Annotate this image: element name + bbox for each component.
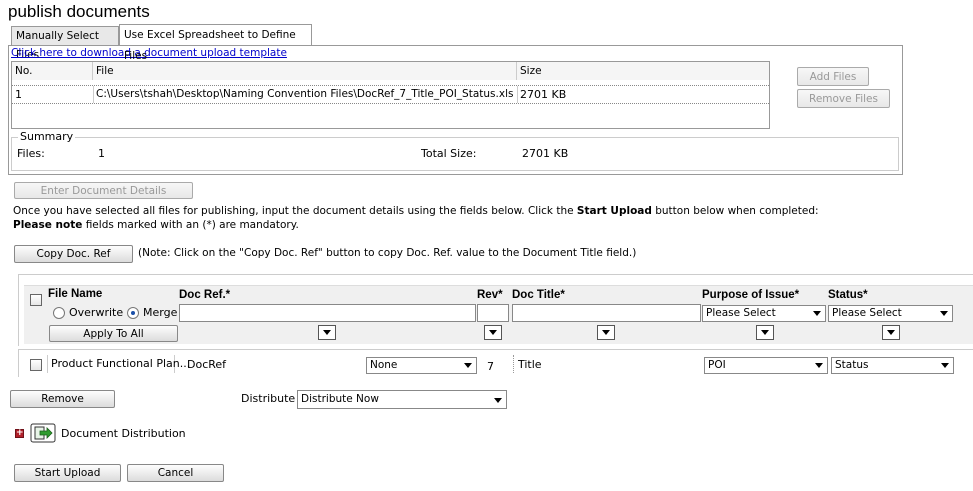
column-header-size: Size <box>517 62 769 80</box>
chevron-down-icon <box>494 398 502 403</box>
apply-to-all-button[interactable]: Apply To All <box>49 325 178 342</box>
enter-document-details-button[interactable]: Enter Document Details <box>14 182 193 199</box>
rev-dropdown-button[interactable] <box>484 325 502 340</box>
chevron-down-icon <box>887 330 895 335</box>
files-label: Files: <box>17 147 45 160</box>
summary-legend: Summary <box>18 130 76 143</box>
page-title: publish documents <box>8 2 150 21</box>
row-file-path: C:\Users\tshah\Desktop\Naming Convention… <box>96 88 514 100</box>
overwrite-radio[interactable] <box>53 307 65 319</box>
remove-button[interactable]: Remove <box>10 390 115 408</box>
expand-plus-icon[interactable]: + <box>15 429 24 438</box>
chevron-down-icon <box>813 311 821 316</box>
chevron-down-icon <box>464 363 472 368</box>
chevron-down-icon <box>761 330 769 335</box>
column-header-no: No. <box>12 62 93 80</box>
add-files-button[interactable]: Add Files <box>797 67 869 86</box>
rev-input[interactable] <box>477 304 509 322</box>
total-size-value: 2701 KB <box>522 147 569 160</box>
doc-ref-input[interactable] <box>179 304 476 322</box>
instructions-line-1: Once you have selected all files for pub… <box>13 205 819 217</box>
download-template-link[interactable]: Click here to download a document upload… <box>11 47 287 59</box>
file-table: No. File Size 1 C:\Users\tshah\Desktop\N… <box>11 61 770 129</box>
row-file-name: Product Functional Plan... <box>47 355 190 373</box>
row-no: 1 <box>15 88 22 101</box>
status-dropdown-button[interactable] <box>882 325 900 340</box>
doc-title-header: Doc Title* <box>512 289 565 301</box>
doc-title-dropdown-button[interactable] <box>597 325 615 340</box>
tab-use-excel-spreadsheet[interactable]: Use Excel Spreadsheet to Define Files <box>119 24 312 62</box>
files-count: 1 <box>98 147 105 160</box>
purpose-header: Purpose of Issue* <box>702 289 800 301</box>
row-doc-ref-option-select[interactable]: None <box>366 357 477 374</box>
tab-manually-select-files[interactable]: Manually Select Files <box>11 26 119 61</box>
doc-title-input[interactable] <box>512 304 701 322</box>
doc-ref-dropdown-button[interactable] <box>318 325 336 340</box>
copy-doc-ref-note: (Note: Click on the "Copy Doc. Ref" butt… <box>138 247 637 259</box>
file-name-header: File Name <box>48 288 103 300</box>
chevron-down-icon <box>489 330 497 335</box>
distribute-label: Distribute : <box>241 392 303 405</box>
copy-doc-ref-button[interactable]: Copy Doc. Ref <box>14 245 133 263</box>
status-select[interactable]: Please Select <box>828 305 953 322</box>
chevron-down-icon <box>941 363 949 368</box>
distribute-select[interactable]: Distribute Now <box>297 390 507 409</box>
row-rev: 7 <box>487 360 494 373</box>
document-distribution-label: Document Distribution <box>61 427 186 440</box>
remove-files-button[interactable]: Remove Files <box>797 89 890 108</box>
overwrite-label: Overwrite <box>69 306 124 319</box>
distribution-icon <box>30 423 56 443</box>
doc-ref-header: Doc Ref.* <box>179 289 231 301</box>
chevron-down-icon <box>940 311 948 316</box>
purpose-dropdown-button[interactable] <box>756 325 774 340</box>
start-upload-button[interactable]: Start Upload <box>14 464 121 482</box>
chevron-down-icon <box>602 330 610 335</box>
cancel-button[interactable]: Cancel <box>127 464 224 482</box>
row-doc-ref: DocRef <box>187 358 227 371</box>
row-title: Title <box>518 358 542 371</box>
rev-header: Rev* <box>477 289 503 301</box>
row-size: 2701 KB <box>520 88 567 101</box>
total-size-label: Total Size: <box>421 147 477 160</box>
column-header-file: File <box>93 62 517 80</box>
purpose-select[interactable]: Please Select <box>702 305 826 322</box>
select-all-checkbox[interactable] <box>30 294 42 306</box>
table-row[interactable]: 1 C:\Users\tshah\Desktop\Naming Conventi… <box>12 85 769 104</box>
chevron-down-icon <box>815 363 823 368</box>
row-purpose-select[interactable]: POI <box>704 357 828 374</box>
merge-radio[interactable] <box>127 307 139 319</box>
instructions-line-2: Please note fields marked with an (*) ar… <box>13 219 299 231</box>
row-status-select[interactable]: Status <box>831 357 954 374</box>
status-header: Status* <box>828 289 868 301</box>
chevron-down-icon <box>323 330 331 335</box>
row-checkbox[interactable] <box>30 359 42 371</box>
merge-label: Merge <box>143 306 178 319</box>
